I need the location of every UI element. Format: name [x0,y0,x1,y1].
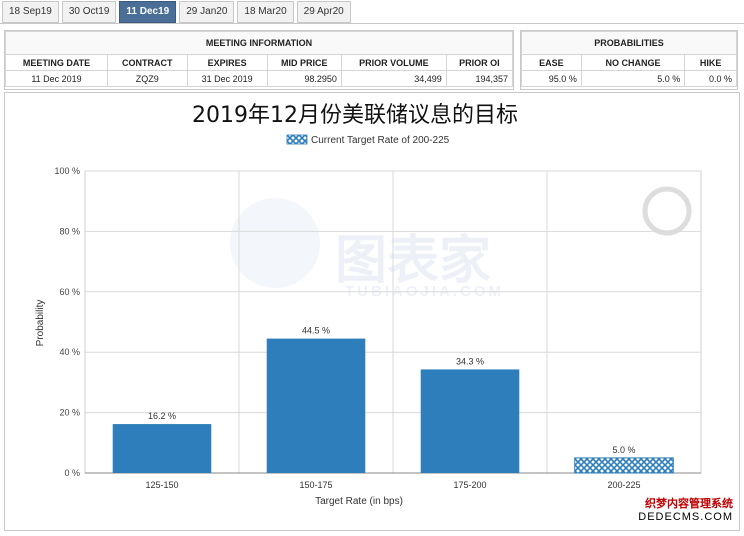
y-tick-label: 40 % [59,347,80,357]
bar-200-225 [574,457,674,474]
y-tick-label: 20 % [59,408,80,418]
col-meeting-date: MEETING DATE [5,54,108,71]
col-mid-price: MID PRICE [266,54,342,71]
prior-volume-value: 34,499 [340,70,447,87]
y-tick-label: 100 % [54,166,80,176]
meeting-date-value: 11 Dec 2019 [5,70,108,87]
probabilities-table: PROBABILITIES EASE NO CHANGE HIKE 95.0 %… [521,31,737,87]
x-tick-label: 175-200 [453,480,486,490]
x-axis-label: Target Rate (in bps) [315,496,403,507]
tab-18-mar20[interactable]: 18 Mar20 [237,1,294,23]
corner-logo-icon [642,186,692,236]
x-tick-label: 125-150 [145,480,178,490]
corner-watermark-cn: 织梦内容管理系统 [645,498,733,510]
x-tick-label: 200-225 [607,480,640,490]
mid-price-value: 98.2950 [266,70,342,87]
col-prior-oi: PRIOR OI [445,54,514,71]
watermark-logo-icon [230,198,320,288]
meeting-information-panel: MEETING INFORMATION MEETING DATE CONTRAC… [4,30,514,90]
corner-watermark: 织梦内容管理系统 DEDECMS.COM [638,498,733,524]
probabilities-panel: PROBABILITIES EASE NO CHANGE HIKE 95.0 %… [520,30,738,90]
meeting-tabs: 18 Sep19 30 Oct19 11 Dec19 29 Jan20 18 M… [2,1,351,23]
col-hike: HIKE [684,54,737,71]
tab-divider [0,23,744,24]
probabilities-title: PROBABILITIES [521,31,737,55]
meeting-information-title: MEETING INFORMATION [5,31,513,55]
meeting-information-table: MEETING INFORMATION MEETING DATE CONTRAC… [5,31,514,87]
bar-175-200 [420,369,520,473]
contract-value: ZQZ9 [107,70,188,87]
col-no-change: NO CHANGE [580,54,686,71]
y-tick-label: 0 % [64,468,80,478]
col-expires: EXPIRES [186,54,268,71]
tab-18-sep19[interactable]: 18 Sep19 [2,1,59,23]
tab-11-dec19[interactable]: 11 Dec19 [119,1,177,23]
corner-watermark-en: DEDECMS.COM [638,511,733,523]
col-contract: CONTRACT [107,54,188,71]
legend-label: Current Target Rate of 200-225 [311,135,450,146]
bar-value-label: 44.5 % [302,326,330,336]
prior-oi-value: 194,357 [445,70,514,87]
ease-value: 95.0 % [521,70,582,87]
no-change-value: 5.0 % [580,70,686,87]
tab-29-jan20[interactable]: 29 Jan20 [179,1,235,23]
bar-value-label: 5.0 % [612,445,635,455]
chart-panel: 图表家 TUBIAOJIA.COM 2019年12月份美联储议息的目标 Curr… [4,92,740,531]
legend-swatch [286,134,308,145]
expires-value: 31 Dec 2019 [186,70,268,87]
y-axis-label: Probability [35,300,46,347]
chart-legend: Current Target Rate of 200-225 [286,134,450,146]
y-tick-label: 80 % [59,226,80,236]
tab-30-oct19[interactable]: 30 Oct19 [61,1,117,23]
x-tick-label: 150-175 [299,480,332,490]
y-tick-label: 60 % [59,287,80,297]
bar-150-175 [266,338,366,473]
bar-125-150 [112,424,212,473]
col-prior-volume: PRIOR VOLUME [340,54,447,71]
tab-29-apr20[interactable]: 29 Apr20 [296,1,351,23]
hike-value: 0.0 % [684,70,737,87]
bar-value-label: 34.3 % [456,356,484,366]
col-ease: EASE [521,54,582,71]
bar-value-label: 16.2 % [148,411,176,421]
chart-title: 2019年12月份美联储议息的目标 [192,103,518,128]
probability-bar-chart: 2019年12月份美联储议息的目标 Current Target Rate of… [35,103,702,507]
